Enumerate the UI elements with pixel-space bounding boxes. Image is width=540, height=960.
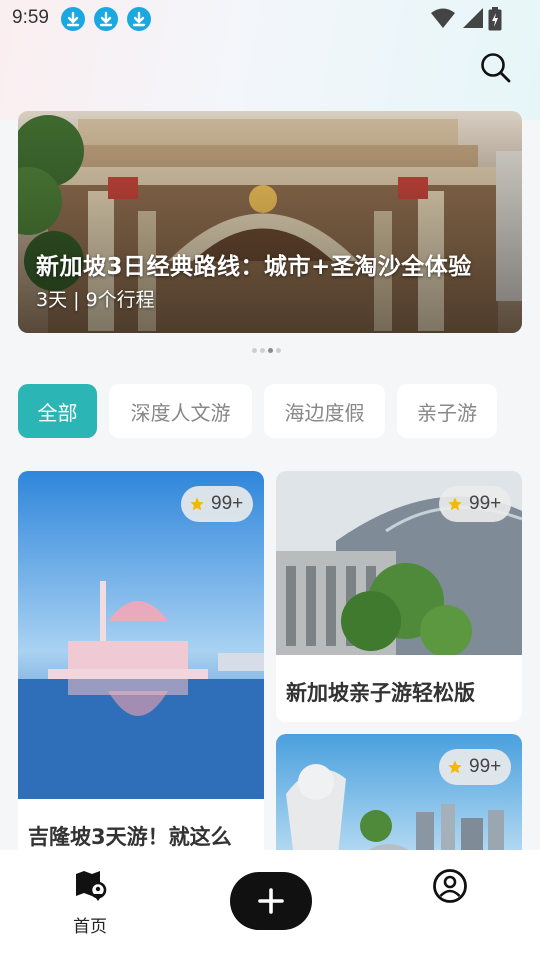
tab-cultural[interactable]: 深度人文游 (109, 384, 252, 438)
pager-dot (276, 348, 281, 353)
signal-icon (463, 8, 483, 28)
rating-count: 99+ (469, 756, 502, 777)
map-pin-icon (76, 871, 107, 901)
rating-count: 99+ (469, 493, 502, 514)
rating-count: 99+ (211, 493, 244, 514)
pager-dot-active (268, 348, 273, 353)
download-icon (127, 7, 151, 31)
rating-badge: 99+ (181, 486, 254, 522)
rating-badge: 99+ (439, 486, 512, 522)
pager-dot (260, 348, 265, 353)
status-time: 9:59 (12, 7, 49, 28)
tab-family[interactable]: 亲子游 (397, 384, 497, 438)
card-title: 新加坡亲子游轻松版 (286, 681, 475, 705)
nav-home[interactable]: 首页 (62, 868, 118, 938)
user-circle-icon[interactable] (432, 868, 468, 904)
download-icon (61, 7, 85, 31)
star-icon (448, 760, 462, 774)
trip-card[interactable]: 99+ 新加坡亲子游轻松版 (276, 471, 522, 722)
bottom-navigation: 首页 (0, 850, 540, 960)
banner-title: 新加坡3日经典路线：城市+圣淘沙全体验 (36, 254, 472, 280)
add-button[interactable] (230, 872, 312, 930)
status-bar: 9:59 (0, 0, 540, 38)
star-icon (448, 497, 462, 511)
download-icon (94, 7, 118, 31)
trip-card[interactable]: 99+ 吉隆坡3天游！就这么 (18, 471, 264, 871)
card-title: 吉隆坡3天游！就这么 (28, 825, 232, 849)
banner-subtitle: 3天 | 9个行程 (36, 289, 155, 311)
featured-banner[interactable]: 新加坡3日经典路线：城市+圣淘沙全体验 3天 | 9个行程 (18, 111, 522, 333)
nav-home-label: 首页 (73, 917, 107, 937)
tab-all[interactable]: 全部 (18, 384, 97, 438)
battery-icon (488, 7, 502, 31)
star-icon (190, 497, 204, 511)
tab-beach[interactable]: 海边度假 (264, 384, 385, 438)
plus-icon (258, 888, 284, 914)
pager-dot (252, 348, 257, 353)
search-icon[interactable] (478, 50, 512, 84)
wifi-icon (431, 8, 455, 28)
rating-badge: 99+ (439, 749, 512, 785)
